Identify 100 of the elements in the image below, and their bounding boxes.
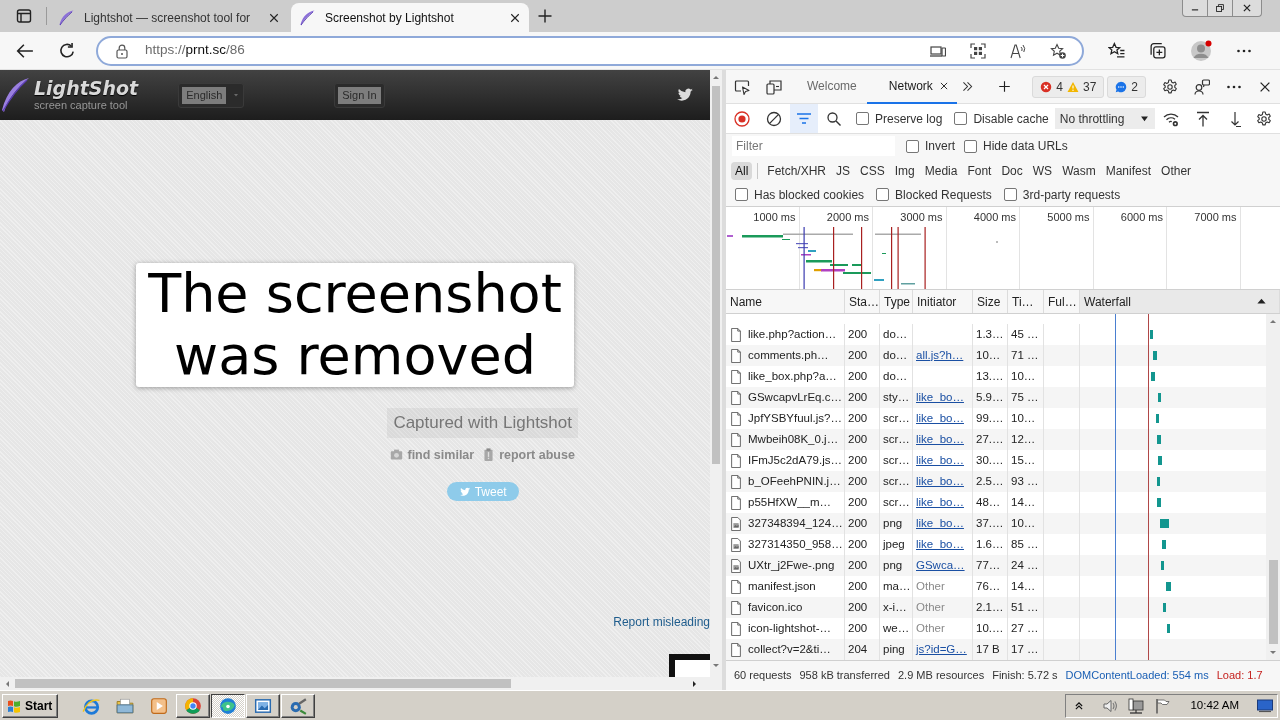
address-field[interactable]: https://prnt.sc/86 [96,35,1084,66]
type-filter[interactable]: WS [1028,161,1057,180]
scroll-up-icon[interactable] [1269,318,1277,326]
devtools-tab[interactable]: Welcome [795,69,867,104]
taskbar-button[interactable] [211,693,245,718]
logo-title[interactable]: LightShot [34,78,139,99]
checkbox-label[interactable]: Hide data URLs [983,137,1068,155]
initiator-link[interactable]: all.js?h… [916,346,964,365]
type-filter[interactable]: All [731,161,753,180]
scrollbar-thumb[interactable] [1268,560,1278,644]
initiator-link[interactable]: GSwca… [916,556,965,575]
initiator-link[interactable]: like_bo… [916,472,964,491]
request-row[interactable]: comments.ph… 200 do… all.js?h… 10… 71 … [726,345,1266,366]
back-icon[interactable] [16,41,34,60]
close-icon[interactable] [938,80,949,91]
sign-in-button[interactable]: Sign In [334,82,385,108]
column-header[interactable]: Sta… [845,290,880,313]
scrollbar-thumb[interactable] [712,86,720,464]
request-row[interactable]: Mwbeih08K_0.j… 200 scr… like_bo… 27.… 12… [726,429,1266,450]
language-select[interactable]: English [178,82,245,108]
type-filter[interactable]: Wasm [1058,161,1100,180]
checkbox[interactable] [876,188,890,201]
request-row[interactable]: 327348394_124… 200 png like_bo… 37.… 10… [726,513,1266,534]
type-filter[interactable]: Manifest [1101,161,1156,180]
type-filter[interactable]: Doc [997,161,1027,180]
filter-field[interactable]: Filter [732,136,895,156]
initiator-link[interactable]: like_bo… [916,388,964,407]
more-tabs-icon[interactable] [960,80,974,93]
initiator-link[interactable]: like_bo… [916,514,964,533]
monitor-icon[interactable] [1257,697,1273,714]
checkbox-label[interactable]: 3rd-party requests [1022,185,1121,204]
settings-icon[interactable] [1256,110,1272,127]
scroll-right-icon[interactable] [690,679,698,688]
scroll-left-icon[interactable] [4,679,12,688]
column-header[interactable]: Ti… [1008,290,1044,313]
feather-icon[interactable] [0,77,30,113]
messages-counter[interactable]: 2 [1107,75,1146,98]
sidebar-icon[interactable] [16,8,32,24]
initiator-link[interactable]: like_bo… [916,409,964,428]
type-filter[interactable]: Media [920,161,962,180]
column-header[interactable]: Size [973,290,1008,313]
sort-icon[interactable] [1256,296,1267,307]
report-misleading-link[interactable]: Report misleading [613,613,710,632]
bird-icon[interactable] [676,86,694,104]
column-header[interactable]: Type [880,290,913,313]
start-button[interactable]: Start [2,693,58,718]
scroll-down-icon[interactable] [712,661,720,669]
media-player-icon[interactable] [150,696,168,715]
checkbox[interactable] [856,112,869,125]
star-plus-icon[interactable] [1050,42,1066,59]
browser-tab[interactable]: Screenshot by Lightshot [291,3,529,32]
column-header[interactable]: Initiator [913,290,973,313]
collections-icon[interactable] [1149,42,1166,59]
read-aloud-icon[interactable] [1010,42,1026,59]
type-filter[interactable]: Fetch/XHR [763,161,831,180]
column-header[interactable]: Name [726,290,845,313]
checkbox[interactable] [1003,188,1017,201]
throttling-select[interactable]: No throttling [1054,108,1155,129]
column-header[interactable]: Waterfall [1080,290,1280,313]
type-filter[interactable]: Img [890,161,919,180]
checkbox-label[interactable]: Disable cache [973,109,1049,128]
initiator-link[interactable]: like_bo… [916,535,964,554]
scroll-down-icon[interactable] [1269,648,1277,656]
checkbox-label[interactable]: Preserve log [875,109,943,128]
scrollbar-thumb[interactable] [15,679,511,688]
checkbox[interactable] [964,139,977,153]
request-row[interactable]: UXtr_j2Fwe-.png 200 png GSwca… 77… 24 … [726,555,1266,576]
inspect-icon[interactable] [734,78,750,95]
request-row[interactable]: collect?v=2&ti… 204 ping js?id=G… 17 B 17 … [726,639,1266,660]
type-filter[interactable]: Font [963,161,996,180]
star-list-icon[interactable] [1108,42,1125,59]
reload-icon[interactable] [58,41,76,60]
lock-icon[interactable] [114,42,130,59]
checkbox-label[interactable]: Has blocked cookies [754,185,865,204]
avatar-icon[interactable] [1190,39,1212,62]
close-icon[interactable] [509,11,521,24]
checkbox-label[interactable]: Blocked Requests [895,185,992,204]
flag-icon[interactable] [1154,697,1171,714]
computer-icon[interactable] [1128,697,1145,714]
type-filter[interactable]: CSS [856,161,889,180]
checkbox[interactable] [906,139,919,153]
folder-icon[interactable] [116,696,134,715]
issues-counter[interactable]: 4 37 [1032,75,1105,98]
checkbox[interactable] [954,112,968,125]
initiator-link[interactable]: like_bo… [916,451,964,470]
initiator-link[interactable]: like_bo… [916,430,964,449]
request-row[interactable]: b_OFeehPNIN.j… 200 scr… like_bo… 2.5… 93 … [726,471,1266,492]
filter-icon[interactable] [790,104,818,133]
type-filter[interactable]: Other [1157,161,1196,180]
clear-icon[interactable] [766,110,782,127]
request-row[interactable]: favicon.ico 200 x-i… Other 2.1… 51 … [726,597,1266,618]
initiator-link[interactable]: js?id=G… [916,640,967,659]
upload-icon[interactable] [1194,110,1211,127]
speaker-icon[interactable] [1102,697,1119,714]
double-chevron-up-icon[interactable] [1074,700,1085,711]
apps-icon[interactable] [970,42,986,59]
record-icon[interactable] [734,110,750,127]
connect-icon[interactable] [1194,78,1210,95]
initiator-link[interactable]: like_bo… [916,493,964,512]
plus-icon[interactable] [997,80,1011,93]
